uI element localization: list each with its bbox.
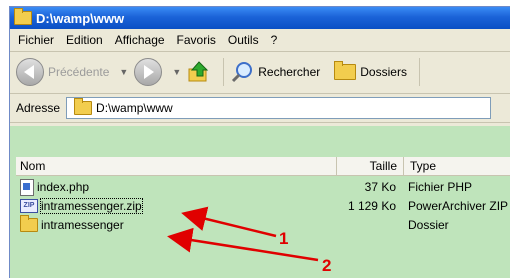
column-name-header[interactable]: Nom xyxy=(16,157,337,175)
file-list: Nom Taille Type index.php 37 Ko Fichier … xyxy=(10,126,510,278)
file-row-intramessenger-zip[interactable]: ZIP intramessenger.zip 1 129 Ko PowerArc… xyxy=(16,197,510,215)
forward-button[interactable] xyxy=(134,58,163,86)
annotation-label-2: 2 xyxy=(322,256,332,275)
column-type-header[interactable]: Type xyxy=(404,157,436,175)
search-icon xyxy=(232,62,253,83)
folders-icon xyxy=(334,61,357,80)
up-folder-icon xyxy=(188,61,209,82)
window-title: D:\wamp\www xyxy=(36,10,125,26)
annotation-label-1: 1 xyxy=(279,229,289,248)
menu-help[interactable]: ? xyxy=(271,33,278,47)
address-field[interactable]: D:\wamp\www xyxy=(66,97,492,119)
back-label: Précédente xyxy=(48,65,110,79)
search-button[interactable]: Rechercher xyxy=(230,60,320,84)
file-row-intramessenger-folder[interactable]: intramessenger Dossier xyxy=(16,215,510,234)
back-dropdown-icon[interactable]: ▼ xyxy=(119,67,128,77)
folder-icon xyxy=(14,8,32,25)
file-name: index.php xyxy=(37,180,90,194)
address-bar: Adresse D:\wamp\www xyxy=(10,94,510,123)
menu-affichage[interactable]: Affichage xyxy=(115,33,165,47)
menu-bar: Fichier Edition Affichage Favoris Outils… xyxy=(10,29,510,52)
file-size xyxy=(336,216,402,234)
folder-icon xyxy=(20,215,38,232)
file-type: Dossier xyxy=(408,218,449,232)
back-button[interactable]: Précédente xyxy=(16,58,109,86)
file-name-cell: index.php xyxy=(16,178,336,196)
toolbar: Précédente ▼ ▼ Rechercher Dossiers xyxy=(10,51,510,94)
file-size: 37 Ko xyxy=(364,180,396,194)
folders-label: Dossiers xyxy=(360,65,407,79)
address-value: D:\wamp\www xyxy=(96,101,173,115)
file-type: Fichier PHP xyxy=(408,180,473,194)
up-folder-button[interactable] xyxy=(187,60,211,84)
back-arrow-icon xyxy=(16,58,44,86)
file-name-cell: ZIP intramessenger.zip xyxy=(16,197,336,215)
file-name: intramessenger.zip xyxy=(40,198,143,214)
forward-dropdown-icon[interactable]: ▼ xyxy=(172,67,181,77)
title-bar[interactable]: D:\wamp\www xyxy=(10,7,510,29)
file-type: PowerArchiver ZIP xyxy=(408,199,509,213)
file-size: 1 129 Ko xyxy=(347,199,396,213)
toolbar-separator xyxy=(223,58,225,86)
folder-icon xyxy=(74,98,93,115)
search-label: Rechercher xyxy=(258,65,321,79)
menu-fichier[interactable]: Fichier xyxy=(18,33,54,47)
menu-outils[interactable]: Outils xyxy=(228,33,259,47)
explorer-window: D:\wamp\www Fichier Edition Affichage Fa… xyxy=(9,6,510,278)
address-label: Adresse xyxy=(16,101,61,115)
toolbar-separator xyxy=(418,58,420,86)
column-header: Nom Taille Type xyxy=(16,157,510,176)
folders-button[interactable]: Dossiers xyxy=(326,61,407,80)
file-name: intramessenger xyxy=(41,218,124,232)
column-size-header[interactable]: Taille xyxy=(337,157,404,175)
php-file-icon xyxy=(20,178,34,196)
file-row-index-php[interactable]: index.php 37 Ko Fichier PHP xyxy=(16,178,510,196)
forward-arrow-icon xyxy=(134,58,163,86)
menu-favoris[interactable]: Favoris xyxy=(177,33,216,47)
zip-file-icon: ZIP xyxy=(20,199,38,213)
menu-edition[interactable]: Edition xyxy=(66,33,103,47)
